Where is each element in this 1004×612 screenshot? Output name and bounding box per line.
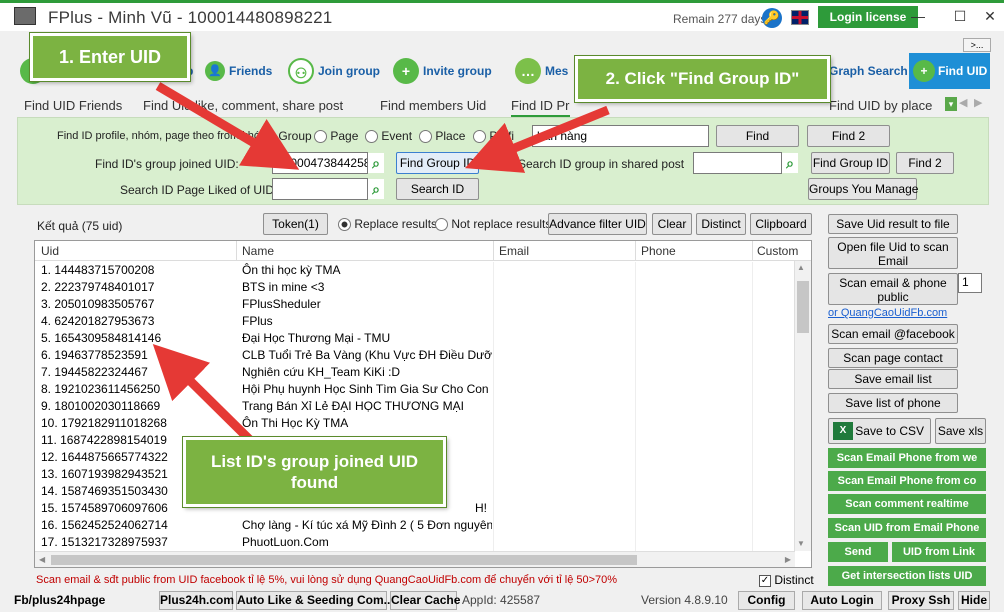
callout-step2: 2. Click "Find Group ID" xyxy=(574,55,831,103)
annotation-arrows xyxy=(152,82,610,444)
arrow-to-find-group-id xyxy=(464,105,610,173)
callout-step1: 1. Enter UID xyxy=(29,32,191,82)
arrow-to-results xyxy=(152,344,254,444)
arrow-to-uid-input xyxy=(155,82,300,170)
callout-step3: List ID's group joined UID found xyxy=(182,436,447,508)
